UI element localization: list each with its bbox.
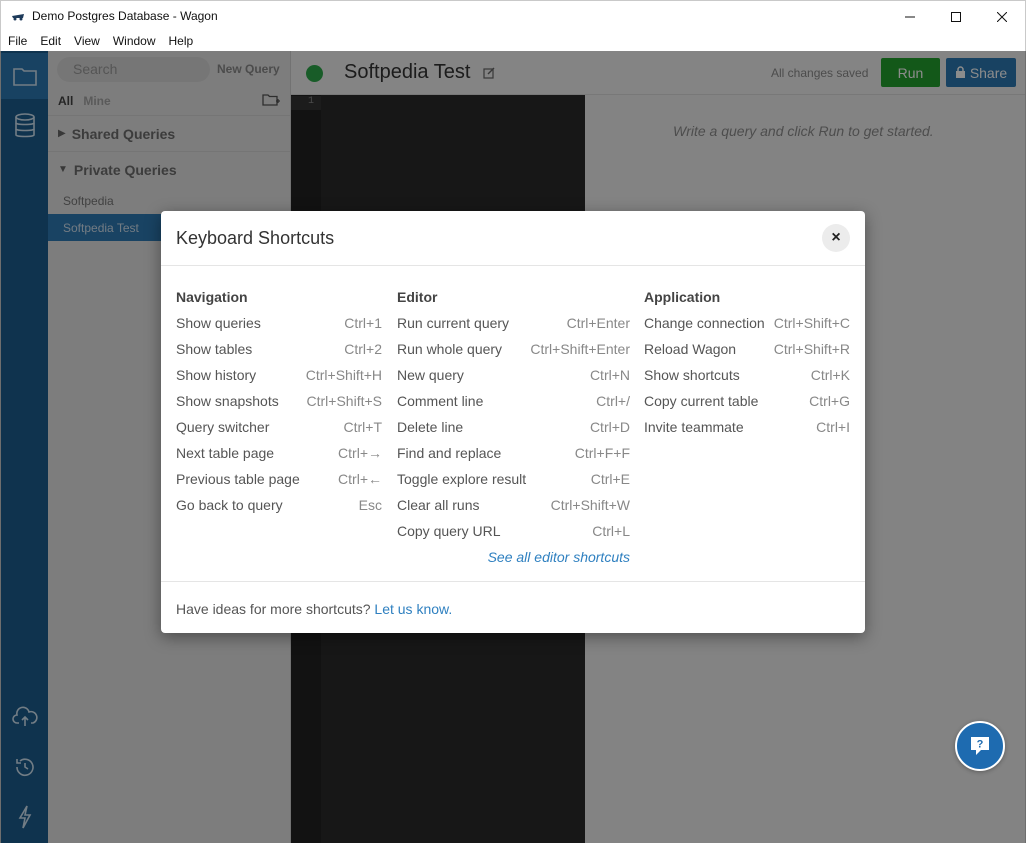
shortcut-row: Clear all runs Ctrl+Shift+W <box>397 497 630 523</box>
column-title: Editor <box>397 289 438 305</box>
keyboard-shortcuts-modal: Keyboard Shortcuts × Navigation Show que… <box>161 211 865 633</box>
shortcut-keys: Ctrl+1 <box>344 315 382 331</box>
shortcut-row: New query Ctrl+N <box>397 367 630 393</box>
menu-view[interactable]: View <box>67 34 106 48</box>
shortcut-keys: Ctrl+Enter <box>566 315 630 331</box>
app-icon <box>12 14 24 21</box>
shortcut-label: Show shortcuts <box>644 367 740 383</box>
shortcut-row: Copy current table Ctrl+G <box>644 393 850 419</box>
shortcut-label: Query switcher <box>176 419 270 435</box>
window-title: Demo Postgres Database - Wagon <box>32 9 218 23</box>
shortcut-label: Previous table page <box>176 471 300 487</box>
shortcut-keys: Ctrl+T <box>343 419 383 435</box>
shortcut-label: Clear all runs <box>397 497 480 513</box>
shortcut-keys: Ctrl+2 <box>344 341 382 357</box>
application-column: Application Change connection Ctrl+Shift+… <box>644 289 850 445</box>
shortcut-row: Change connection Ctrl+Shift+C <box>644 315 850 341</box>
shortcut-label: Show queries <box>176 315 261 331</box>
shortcut-label: Run current query <box>397 315 510 331</box>
shortcut-row: Next table page Ctrl+→ <box>176 445 382 471</box>
shortcut-label: Copy query URL <box>397 523 501 539</box>
shortcut-row: Go back to query Esc <box>176 497 382 523</box>
shortcut-label: New query <box>397 367 464 383</box>
menu-bar: File Edit View Window Help <box>0 31 1026 51</box>
shortcut-keys: Ctrl+Shift+S <box>306 393 382 409</box>
shortcut-label: Comment line <box>397 393 484 409</box>
shortcut-label: Show snapshots <box>176 393 279 409</box>
shortcut-row: Show shortcuts Ctrl+K <box>644 367 850 393</box>
menu-help[interactable]: Help <box>162 34 200 48</box>
column-title: Application <box>644 289 721 305</box>
shortcut-keys: Ctrl+G <box>809 393 850 409</box>
help-chat-icon[interactable]: ? <box>955 721 1005 771</box>
shortcut-keys: Ctrl+Shift+W <box>550 497 630 513</box>
shortcut-label: Next table page <box>176 445 275 461</box>
shortcut-keys: Ctrl+Shift+H <box>305 367 382 383</box>
close-window-button[interactable] <box>979 1 1025 32</box>
shortcut-row: Show queries Ctrl+1 <box>176 315 382 341</box>
shortcut-label: Show history <box>176 367 257 383</box>
maximize-button[interactable] <box>933 1 979 32</box>
shortcut-row: Comment line Ctrl+/ <box>397 393 630 419</box>
shortcut-label: Change connection <box>644 315 765 331</box>
menu-file[interactable]: File <box>1 34 33 48</box>
see-all-editor-shortcuts-link[interactable]: See all editor shortcuts <box>488 549 630 565</box>
shortcut-label: Toggle explore result <box>397 471 527 487</box>
shortcut-keys: Ctrl+/ <box>596 393 630 409</box>
shortcut-keys: Ctrl+I <box>816 419 850 435</box>
shortcut-keys: Ctrl+→ <box>338 445 382 461</box>
shortcut-keys: Ctrl+Shift+C <box>773 315 850 331</box>
footer-text: Have ideas for more shortcuts? <box>176 601 371 617</box>
shortcut-row: Show tables Ctrl+2 <box>176 341 382 367</box>
svg-text:?: ? <box>977 739 984 751</box>
shortcut-keys: Ctrl+D <box>589 419 630 435</box>
shortcut-label: Copy current table <box>644 393 759 409</box>
shortcut-label: Invite teammate <box>644 419 744 435</box>
shortcut-label: Delete line <box>397 419 464 435</box>
shortcut-row: Query switcher Ctrl+T <box>176 419 382 445</box>
shortcut-keys: Ctrl+Shift+R <box>773 341 850 357</box>
shortcut-row: Find and replace Ctrl+F+F <box>397 445 630 471</box>
shortcut-row: Invite teammate Ctrl+I <box>644 419 850 445</box>
menu-edit[interactable]: Edit <box>33 34 67 48</box>
modal-title: Keyboard Shortcuts <box>176 228 335 248</box>
shortcut-label: Reload Wagon <box>644 341 737 357</box>
shortcut-keys: Ctrl+F+F <box>574 445 630 461</box>
shortcut-row: Show snapshots Ctrl+Shift+S <box>176 393 382 419</box>
shortcut-row: Toggle explore result Ctrl+E <box>397 471 630 497</box>
editor-column: Editor Run current query Ctrl+Enter Run w… <box>397 289 630 575</box>
minimize-button[interactable] <box>887 1 933 32</box>
shortcut-row: Copy query URL Ctrl+L <box>397 523 630 549</box>
shortcut-label: Go back to query <box>176 497 283 513</box>
shortcut-keys: Ctrl+Shift+Enter <box>530 341 630 357</box>
window-titlebar: Demo Postgres Database - Wagon <box>0 0 1026 31</box>
menu-window[interactable]: Window <box>106 34 162 48</box>
modal-footer: Have ideas for more shortcuts? Let us kn… <box>161 581 865 633</box>
shortcut-row: Show history Ctrl+Shift+H <box>176 367 382 393</box>
navigation-column: Navigation Show queries Ctrl+1 Show table… <box>176 289 382 523</box>
shortcut-keys: Ctrl+E <box>590 471 630 487</box>
shortcut-keys: Ctrl+K <box>810 367 850 383</box>
shortcut-label: Run whole query <box>397 341 503 357</box>
shortcut-keys: Ctrl+N <box>589 367 630 383</box>
column-title: Navigation <box>176 289 248 305</box>
shortcut-row: Run whole query Ctrl+Shift+Enter <box>397 341 630 367</box>
shortcut-keys: Ctrl+L <box>592 523 630 539</box>
let-us-know-link[interactable]: Let us know. <box>374 601 452 617</box>
shortcut-keys: Ctrl+← <box>338 471 382 487</box>
shortcut-label: Show tables <box>176 341 253 357</box>
shortcut-row: Previous table page Ctrl+← <box>176 471 382 497</box>
shortcut-row: Reload Wagon Ctrl+Shift+R <box>644 341 850 367</box>
shortcut-keys: Esc <box>358 497 382 513</box>
shortcut-label: Find and replace <box>397 445 502 461</box>
shortcut-row: Delete line Ctrl+D <box>397 419 630 445</box>
close-modal-button[interactable]: × <box>822 224 850 252</box>
shortcut-row: Run current query Ctrl+Enter <box>397 315 630 341</box>
